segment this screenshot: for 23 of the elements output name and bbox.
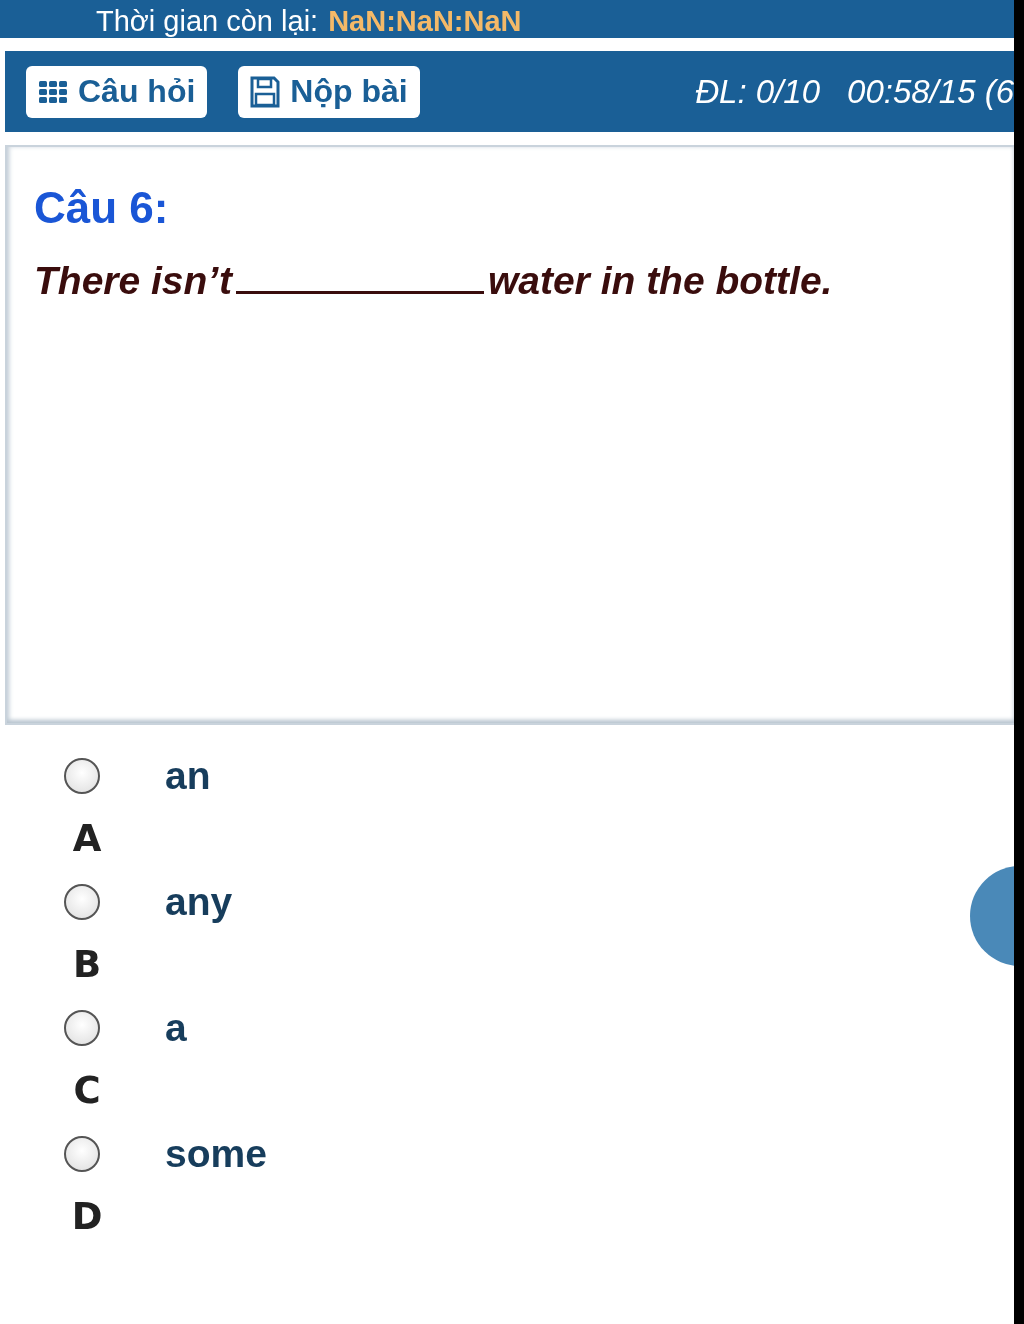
answered-count: ĐL: 0/10 [695, 72, 821, 111]
option-letter: D [70, 1194, 104, 1240]
question-text: There isn’t [34, 259, 232, 303]
option-letter: A [71, 816, 103, 862]
timer-value: NaN:NaN:NaN [328, 4, 522, 38]
elapsed-time: 00:58/15 (6 [847, 72, 1014, 111]
question-title: Câu 6: [34, 183, 170, 233]
save-icon [250, 75, 281, 108]
timer-label: Thời gian còn lại: [96, 4, 319, 38]
option-letter: B [71, 942, 103, 988]
radio-button[interactable] [64, 1136, 100, 1172]
option-text: a [165, 1006, 187, 1050]
option-text: an [165, 754, 211, 798]
question-text: water in the bottle. [487, 259, 833, 303]
option-letter: C [72, 1068, 102, 1114]
radio-button[interactable] [64, 1010, 100, 1046]
submit-button[interactable]: Nộp bài [238, 65, 420, 118]
grid-icon [38, 79, 68, 104]
questions-button[interactable]: Câu hỏi [26, 65, 208, 118]
radio-button[interactable] [64, 884, 100, 920]
option-text: some [165, 1132, 267, 1176]
option-text: any [165, 880, 233, 924]
radio-button[interactable] [64, 758, 100, 794]
